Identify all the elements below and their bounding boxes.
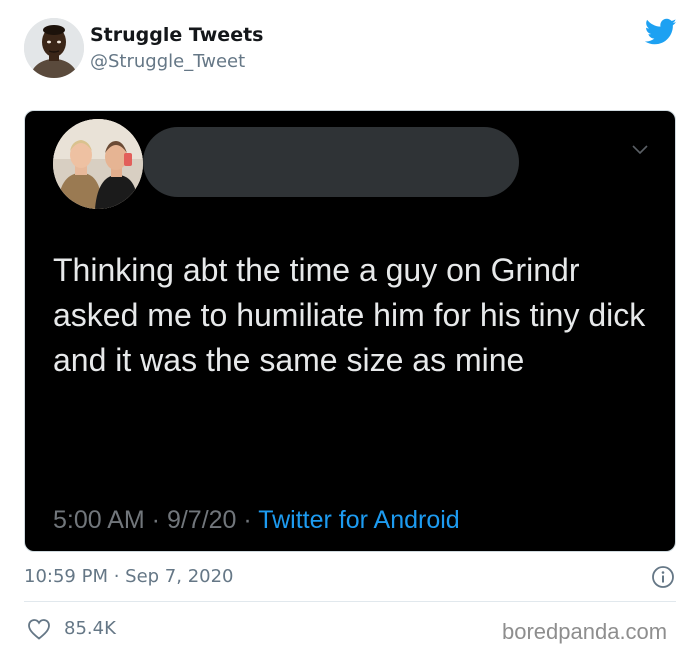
chevron-down-icon[interactable] (632, 145, 648, 155)
embedded-tweet-meta: 5:00 AM · 9/7/20 · Twitter for Android (53, 506, 460, 535)
info-icon[interactable] (651, 565, 675, 589)
embedded-tweet-text: Thinking abt the time a guy on Grindr as… (53, 252, 646, 378)
tweet-date: Sep 7, 2020 (125, 566, 234, 587)
heart-icon[interactable] (27, 618, 51, 640)
meta-separator: · (236, 506, 259, 534)
embedded-tweet-time: 5:00 AM (53, 506, 145, 534)
divider (24, 601, 676, 602)
embedded-tweet-date: 9/7/20 (166, 506, 237, 534)
embedded-tweet-screenshot: Thinking abt the time a guy on Grindr as… (24, 110, 676, 552)
author-avatar[interactable] (24, 18, 84, 78)
author-name[interactable]: Struggle Tweets (90, 24, 263, 46)
author-handle[interactable]: @Struggle_Tweet (90, 51, 245, 72)
tweet-timestamp[interactable]: 10:59 PM · Sep 7, 2020 (24, 566, 234, 587)
embedded-tweet-source: Twitter for Android (258, 506, 460, 534)
meta-separator: · (144, 506, 167, 534)
two-people-photo-avatar-icon (53, 119, 143, 209)
person-avatar-icon (24, 18, 84, 78)
tweet-time: 10:59 PM (24, 566, 108, 587)
meta-separator: · (107, 566, 126, 587)
redacted-author-name (143, 127, 519, 197)
like-count[interactable]: 85.4K (64, 618, 116, 639)
twitter-bird-icon[interactable] (645, 18, 677, 46)
embedded-avatar (53, 119, 143, 209)
watermark: boredpanda.com (502, 619, 668, 644)
